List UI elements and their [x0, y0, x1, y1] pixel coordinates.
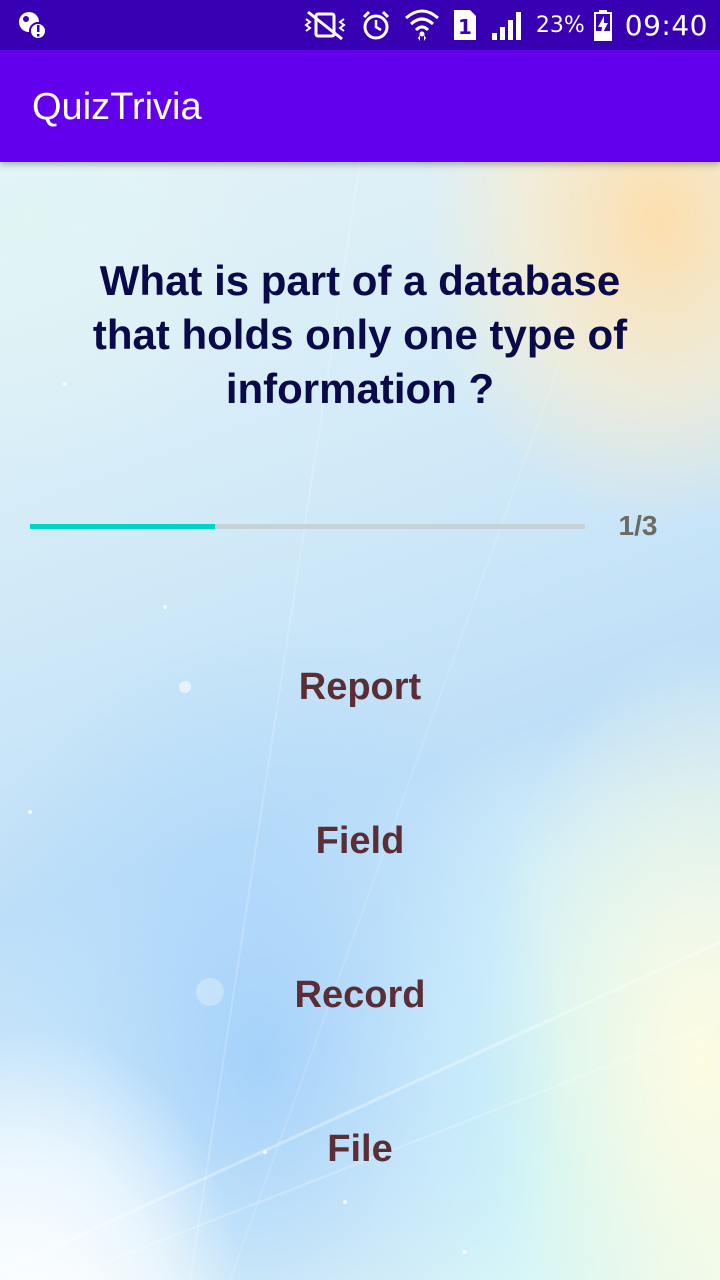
progress-bar-fill [30, 524, 215, 529]
notification-alert-icon [16, 9, 48, 41]
screen: 1 23% 09:40 QuizTrivia What is part of a… [0, 0, 720, 1280]
option-button-1[interactable]: Report [160, 652, 560, 722]
battery-percent: 23% [535, 12, 585, 38]
progress-bar [30, 524, 585, 529]
question-text: What is part of a database that holds on… [92, 257, 628, 412]
signal-icon [490, 9, 524, 41]
alarm-icon [360, 9, 392, 41]
sim-number: 1 [458, 15, 472, 39]
status-bar: 1 23% 09:40 [0, 0, 720, 50]
app-bar: QuizTrivia [0, 50, 720, 162]
sim-card-icon: 1 [452, 8, 478, 42]
option-button-2[interactable]: Field [160, 806, 560, 876]
app-title: QuizTrivia [32, 86, 202, 128]
option-button-4[interactable]: File [160, 1114, 560, 1184]
wifi-icon [404, 8, 440, 42]
status-icons: 1 23% 09:40 [302, 0, 708, 50]
vibrate-mute-icon [302, 9, 348, 41]
quiz-content: What is part of a database that holds on… [0, 162, 720, 1280]
status-time: 09:40 [624, 8, 708, 42]
battery-charging-icon [593, 9, 613, 41]
progress-counter: 1/3 [618, 510, 658, 541]
option-button-3[interactable]: Record [160, 960, 560, 1030]
